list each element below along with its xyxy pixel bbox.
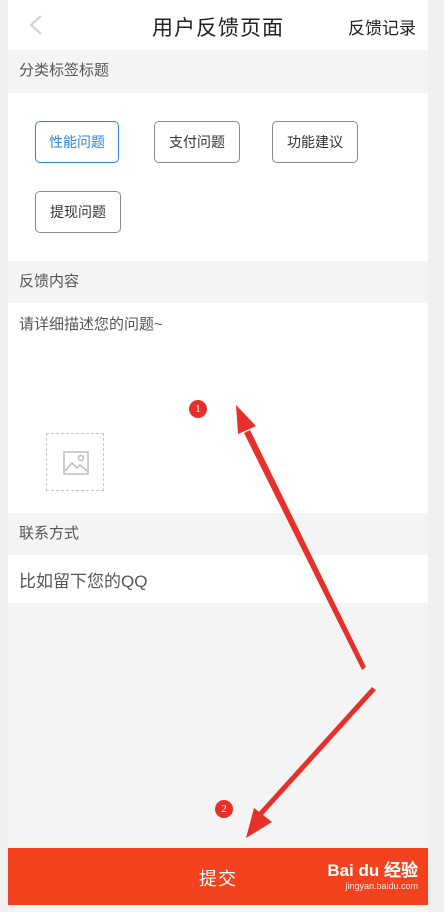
feedback-placeholder: 请详细描述您的问题~ <box>19 316 163 333</box>
feedback-textarea[interactable]: 请详细描述您的问题~ <box>8 303 428 513</box>
contact-field[interactable]: 比如留下您的QQ <box>8 555 428 603</box>
watermark-url: jingyan.baidu.com <box>345 881 418 891</box>
image-icon <box>63 451 89 475</box>
tag-feature-suggestion[interactable]: 功能建议 <box>272 121 358 163</box>
annotation-badge-2: 2 <box>215 800 233 818</box>
feedback-page: 用户反馈页面 反馈记录 分类标签标题 性能问题 支付问题 功能建议 提现问题 反… <box>8 0 428 912</box>
tag-list: 性能问题 支付问题 功能建议 提现问题 <box>8 93 428 261</box>
annotation-badge-1: 1 <box>189 400 207 418</box>
tag-withdrawal[interactable]: 提现问题 <box>35 191 121 233</box>
watermark-brand: Bai du 经验 <box>327 861 418 880</box>
tag-performance[interactable]: 性能问题 <box>35 121 119 163</box>
content-section-label: 反馈内容 <box>8 261 428 303</box>
contact-placeholder: 比如留下您的QQ <box>19 572 148 591</box>
image-upload-button[interactable] <box>46 433 104 491</box>
baidu-watermark: Bai du 经验 jingyan.baidu.com <box>327 856 418 891</box>
submit-button[interactable]: 提交 Bai du 经验 jingyan.baidu.com <box>8 848 428 905</box>
header-bar: 用户反馈页面 反馈记录 <box>8 0 428 50</box>
feedback-record-link[interactable]: 反馈记录 <box>348 14 416 39</box>
category-section-label: 分类标签标题 <box>8 50 428 92</box>
tag-payment[interactable]: 支付问题 <box>154 121 240 163</box>
contact-section-label: 联系方式 <box>8 513 428 555</box>
